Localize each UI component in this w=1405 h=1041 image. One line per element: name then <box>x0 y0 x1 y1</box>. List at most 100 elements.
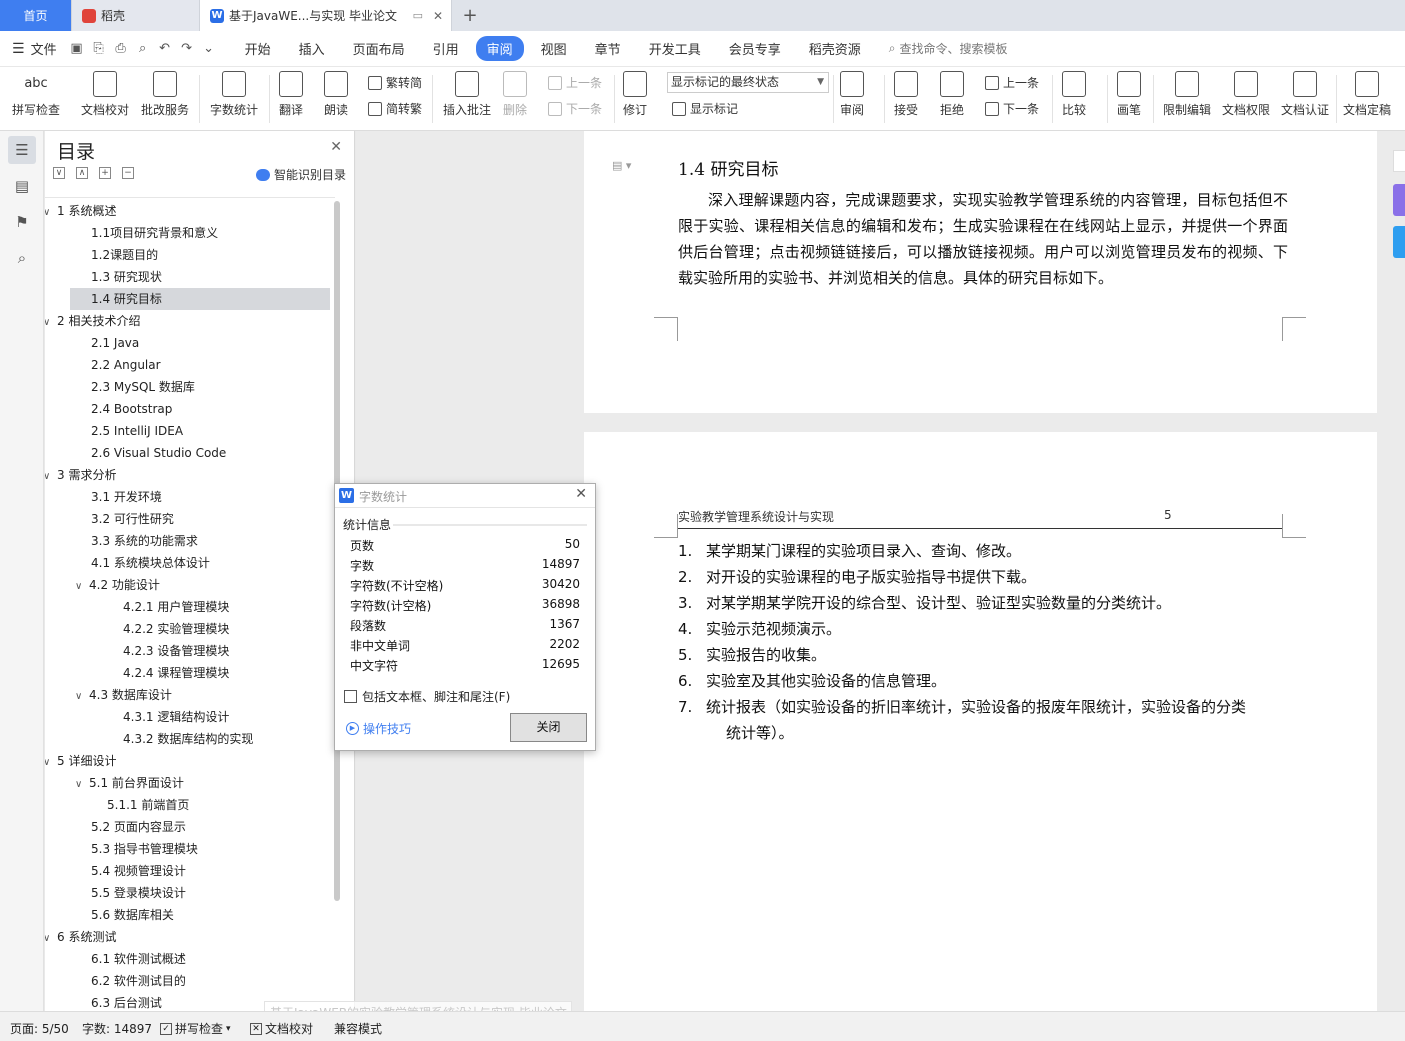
batch-service-button[interactable]: 批改服务 <box>141 71 189 118</box>
page-5[interactable]: 实验教学管理系统设计与实现 5 1. 某学期某门课程的实验项目录入、查询、修改。 2… <box>584 432 1377 1011</box>
chevron-down-icon[interactable]: ∨ <box>45 312 57 334</box>
more-chevron-icon[interactable]: ⌄ <box>201 41 217 56</box>
toc-item[interactable]: ∨2 相关技术介绍 <box>45 310 140 332</box>
page-indicator[interactable]: 页面: 5/50 <box>10 1020 69 1037</box>
side-tool-blue[interactable] <box>1393 226 1405 258</box>
new-tab-button[interactable]: + <box>452 0 488 31</box>
toc-item[interactable]: 1.2课题目的 <box>91 244 158 266</box>
chevron-down-icon[interactable]: ∨ <box>45 466 57 488</box>
toc-item[interactable]: 5.3 指导书管理模块 <box>91 838 198 860</box>
collapse-all-icon[interactable]: ∨ <box>53 167 65 179</box>
file-menu[interactable]: ☰ 文件 <box>0 39 69 59</box>
chevron-down-icon[interactable]: ∨ <box>45 752 57 774</box>
toc-item[interactable]: 5.2 页面内容显示 <box>91 816 186 838</box>
trad-to-simp-button[interactable]: 繁转简 <box>368 74 422 91</box>
track-changes-button[interactable]: 修订 <box>623 71 647 118</box>
chevron-down-icon[interactable]: ∨ <box>75 576 89 598</box>
toc-item[interactable]: 4.2.2 实验管理模块 <box>123 618 229 640</box>
markup-display-select[interactable]: 显示标记的最终状态 ▼ <box>667 72 829 93</box>
toc-item[interactable]: 5.4 视频管理设计 <box>91 860 186 882</box>
menu-tab-2[interactable]: 页面布局 <box>342 36 416 61</box>
checkbox-box[interactable] <box>344 690 357 703</box>
toc-item[interactable]: ∨6 系统测试 <box>45 926 116 948</box>
toc-item[interactable]: 3.1 开发环境 <box>91 486 162 508</box>
toc-item[interactable]: 6.2 软件测试目的 <box>91 970 186 992</box>
chevron-down-icon[interactable]: ∨ <box>75 774 89 796</box>
status-spell-check[interactable]: ✓ 拼写检查 ▾ <box>160 1020 231 1037</box>
status-doc-proof[interactable]: ✕ 文档校对 <box>250 1020 313 1037</box>
dialog-titlebar[interactable]: W 字数统计 ✕ <box>335 484 595 508</box>
command-search[interactable]: ⌕ 查找命令、搜索模板 <box>889 40 1008 57</box>
bookmark-icon[interactable]: ⚑ <box>8 208 36 236</box>
tab-daoke[interactable]: 稻壳 <box>72 0 200 31</box>
side-panel-toggle[interactable] <box>1393 150 1405 172</box>
menu-tab-1[interactable]: 插入 <box>288 36 336 61</box>
toc-item[interactable]: 5.5 登录模块设计 <box>91 882 186 904</box>
side-tool-purple[interactable] <box>1393 184 1405 216</box>
spell-check-button[interactable]: abc 拼写检查 <box>12 71 60 118</box>
simp-to-trad-button[interactable]: 简转繁 <box>368 100 422 117</box>
tab-home[interactable]: 首页 <box>0 0 72 31</box>
prev-comment-button[interactable]: 上一条 <box>548 74 602 91</box>
paragraph-menu-icon[interactable]: ▤ ▾ <box>612 159 631 172</box>
add-heading-icon[interactable]: + <box>99 167 111 179</box>
review-pane-button[interactable]: 审阅 <box>840 71 864 118</box>
search-icon[interactable]: ⌕ <box>8 244 36 272</box>
toc-item[interactable]: 2.1 Java <box>91 332 139 354</box>
toc-item[interactable]: 1.3 研究现状 <box>91 266 162 288</box>
menu-tab-review[interactable]: 审阅 <box>475 36 524 61</box>
delete-comment-button[interactable]: 删除 <box>503 71 527 118</box>
next-change-button[interactable]: 下一条 <box>985 100 1039 117</box>
toc-item[interactable]: ∨1 系统概述 <box>45 200 116 222</box>
tips-link[interactable]: ▶ 操作技巧 <box>346 720 411 737</box>
read-aloud-button[interactable]: 朗读 <box>324 71 348 118</box>
restrict-editing-button[interactable]: 限制编辑 <box>1163 71 1211 118</box>
menu-tab-8[interactable]: 会员专享 <box>718 36 792 61</box>
translate-button[interactable]: 翻译 <box>279 71 303 118</box>
toc-item[interactable]: 4.1 系统模块总体设计 <box>91 552 210 574</box>
include-textbox-checkbox[interactable]: 包括文本框、脚注和尾注(F) <box>344 688 510 705</box>
remove-heading-icon[interactable]: − <box>122 167 134 179</box>
pen-button[interactable]: 画笔 <box>1117 71 1141 118</box>
close-icon[interactable]: ✕ <box>575 486 587 502</box>
toc-item[interactable]: 5.1.1 前端首页 <box>107 794 189 816</box>
page-4[interactable]: ▤ ▾ 1.4 研究目标 深入理解课题内容，完成课题要求，实现实验教学管理系统的… <box>584 131 1377 413</box>
menu-tab-6[interactable]: 章节 <box>584 36 632 61</box>
close-tab-icon[interactable]: ✕ <box>433 9 443 23</box>
menu-tab-3[interactable]: 引用 <box>422 36 470 61</box>
menu-tab-7[interactable]: 开发工具 <box>638 36 712 61</box>
toc-item[interactable]: 3.2 可行性研究 <box>91 508 174 530</box>
insert-comment-button[interactable]: 插入批注 <box>443 71 491 118</box>
toc-item[interactable]: 6.3 后台测试 <box>91 992 162 1009</box>
show-markup-button[interactable]: 显示标记 <box>672 100 738 117</box>
export-pdf-icon[interactable]: ⎘ <box>91 41 107 56</box>
toc-item[interactable]: 2.3 MySQL 数据库 <box>91 376 195 398</box>
toc-item[interactable]: ∨ 4.2 功能设计 <box>75 574 160 596</box>
print-icon[interactable]: ⎙ <box>113 41 129 56</box>
reject-button[interactable]: 拒绝 <box>940 71 964 118</box>
toc-item[interactable]: 1.4 研究目标 <box>70 288 330 310</box>
toc-item[interactable]: 2.2 Angular <box>91 354 161 376</box>
toc-item[interactable]: 6.1 软件测试概述 <box>91 948 186 970</box>
doc-cert-button[interactable]: 文档认证 <box>1281 71 1329 118</box>
save-icon[interactable]: ▣ <box>69 41 85 56</box>
menu-tab-9[interactable]: 稻壳资源 <box>798 36 872 61</box>
print-preview-icon[interactable]: ⌕ <box>135 41 151 56</box>
doc-finalize-button[interactable]: 文档定稿 <box>1343 71 1391 118</box>
toc-item[interactable]: 4.3.2 数据库结构的实现 <box>123 728 253 750</box>
toc-item[interactable]: 4.3.1 逻辑结构设计 <box>123 706 229 728</box>
word-count-indicator[interactable]: 字数: 14897 <box>82 1020 152 1037</box>
smart-toc-button[interactable]: 智能识别目录 <box>255 166 346 183</box>
menu-tab-5[interactable]: 视图 <box>530 36 578 61</box>
toc-item[interactable]: ∨3 需求分析 <box>45 464 116 486</box>
next-comment-button[interactable]: 下一条 <box>548 100 602 117</box>
close-button[interactable]: 关闭 <box>510 713 587 742</box>
toc-item[interactable]: ∨ 5.1 前台界面设计 <box>75 772 184 794</box>
chevron-down-icon[interactable]: ∨ <box>45 202 57 224</box>
tab-document[interactable]: W 基于JavaWE...与实现 毕业论文 ▭ ✕ <box>200 0 452 31</box>
toc-item[interactable]: 1.1项目研究背景和意义 <box>91 222 218 244</box>
menu-tab-0[interactable]: 开始 <box>234 36 282 61</box>
toc-item[interactable]: ∨5 详细设计 <box>45 750 116 772</box>
undo-icon[interactable]: ↶ <box>157 41 173 56</box>
doc-proof-button[interactable]: 文档校对 <box>81 71 129 118</box>
